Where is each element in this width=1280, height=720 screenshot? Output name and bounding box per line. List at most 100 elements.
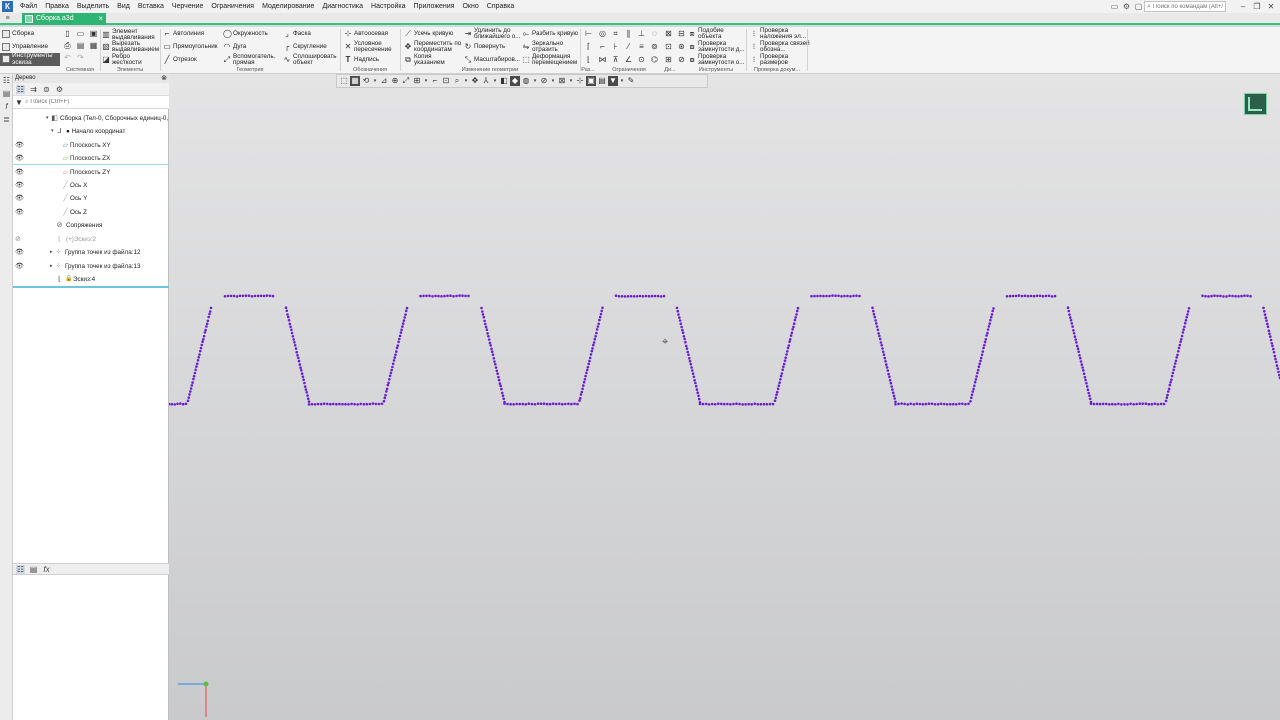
tree-node-points-12[interactable]: 👁 ▸ ⁘ Группа точек из файла:12 [13,246,169,259]
fix-icon[interactable]: ◎ [598,29,607,38]
auto-axis-button[interactable]: ⊹ Автоосевая [344,30,388,38]
filter-icon[interactable]: ▼ [608,76,618,86]
deform-button[interactable]: ⬚ Деформация перемещением [522,54,580,66]
circle-button[interactable]: ◯ Окружность [223,30,268,38]
snap-icon[interactable]: ⌐ [430,76,440,86]
settings-view-icon[interactable]: ⚙ [55,85,64,94]
fillet-button[interactable]: ╭ Скругление [283,43,327,51]
export-icon[interactable]: ▦ [89,41,98,50]
shading-icon[interactable]: ◍ [521,76,531,86]
structure-view-icon[interactable]: ☷ [16,85,25,94]
rectangle-button[interactable]: ▭ Прямоугольник [163,43,218,51]
tree-tab-icon[interactable]: ☷ [16,565,25,574]
visibility-icon[interactable]: ⊠ [557,76,567,86]
zoom-icon[interactable]: ⌕ [452,76,462,86]
filter-view-icon[interactable]: ⊜ [42,85,51,94]
rotate-view-icon[interactable]: ⟲ [361,76,371,86]
command-search-input[interactable] [1153,4,1223,10]
tool-icon-1[interactable]: ⊟ [677,29,686,38]
eye-icon[interactable]: 👁 [15,206,24,219]
tree-node-axis-z[interactable]: 👁 ╱ Ось Z [13,206,169,219]
collapse-icon[interactable]: ▾ [51,125,54,138]
eye-icon[interactable]: 👁 [15,246,24,259]
sequence-view-icon[interactable]: ⇉ [29,85,38,94]
properties-panel-icon[interactable]: ▤ [2,89,11,98]
overlap-check-button[interactable]: ⁝ Проверка наложения эл... [750,28,810,40]
eye-icon[interactable]: 👁 [15,139,24,152]
merge-icon[interactable]: ⌬ [650,55,659,64]
collapse-icon[interactable]: ▾ [46,112,49,125]
menu-icon[interactable]: ≡ [3,14,12,23]
tree-node-axis-x[interactable]: 👁 ╱ Ось X [13,179,169,192]
equal-icon[interactable]: ≡ [637,42,646,51]
collinear-icon[interactable]: ⁄ [624,42,633,51]
tree-node-plane-zx[interactable]: 👁 ▱ Плоскость ZX [13,152,169,165]
tree-node-assembly[interactable]: ▾ ◧ Сборка (Тел-0, Сборочных единиц-0, Д [13,112,169,125]
menu-drawing[interactable]: Черчение [168,0,208,13]
close-icon[interactable]: ✕ [1265,1,1277,12]
cut-extrude-button[interactable]: ▧ Вырезать выдавливанием [102,41,156,53]
rotate-button[interactable]: ↻ Повернуть [464,43,505,51]
segment-button[interactable]: ╱ Отрезок [163,56,197,64]
perpendicular-icon[interactable]: ⊥ [637,29,646,38]
ribbon-nav-sketch-tools[interactable]: Инструменты эскиза [0,53,60,66]
eye-icon[interactable]: 👁 [15,152,24,165]
grid-icon[interactable]: ⊞ [412,76,422,86]
notification-icon[interactable]: ▢ [1134,2,1143,11]
settings-icon[interactable]: ⚙ [1122,2,1131,11]
chevron-down-icon[interactable]: ▾ [372,76,378,86]
tree-node-mates[interactable]: ⊘ Сопряжения [13,219,169,232]
properties-tab-icon[interactable]: ▤ [29,565,38,574]
midpoint-icon[interactable]: ⊼ [611,55,620,64]
ribbon-nav-assembly[interactable]: Сборка [0,28,60,40]
parallel-icon[interactable]: ∥ [624,29,633,38]
select-icon[interactable]: ⬚ [339,76,349,86]
rib-button[interactable]: ◪ Ребро жесткости [102,54,156,66]
trim-curve-button[interactable]: ⟋ Усечь кривую [404,30,453,38]
tree-panel-icon[interactable]: ☷ [2,76,11,85]
command-search[interactable]: ⌕ [1144,1,1226,12]
layout-icon[interactable]: ▭ [1110,2,1119,11]
chevron-down-icon[interactable]: ▾ [423,76,429,86]
expand-icon[interactable]: ▸ [50,246,53,259]
point-on-curve-icon[interactable]: ⊙ [637,55,646,64]
redo-icon[interactable]: ↷ [76,53,85,62]
vertical-icon[interactable]: ⊦ [611,42,620,51]
menu-insert[interactable]: Вставка [134,0,168,13]
normal-to-icon[interactable]: ⊿ [379,76,389,86]
new-document-icon[interactable]: ▯ [63,29,72,38]
restore-icon[interactable]: ❐ [1251,1,1263,12]
zoom-window-icon[interactable]: ⊡ [441,76,451,86]
horizontal-dim-icon[interactable]: ⌈ [584,42,593,51]
print-icon[interactable]: ⎙ [63,41,72,50]
chevron-down-icon[interactable]: ▾ [492,76,498,86]
tree-node-origin[interactable]: ▾ ⅃ ● Начало координат [13,125,169,138]
eye-icon[interactable]: 👁 [15,192,24,205]
layers-panel-icon[interactable]: ≣ [2,115,11,124]
horizontal-icon[interactable]: ⌐ [598,42,607,51]
spline-button[interactable]: ∿ Сплошировать объект [283,54,339,66]
variables-tab-icon[interactable]: fx [42,565,51,574]
pan-icon[interactable]: ✥ [470,76,480,86]
diag-icon-2[interactable]: ⊡ [664,42,673,51]
chevron-down-icon[interactable]: ▾ [550,76,556,86]
angle-icon[interactable]: ∠ [624,55,633,64]
similar-object-button[interactable]: ⧈ Подобие объекта [688,28,738,40]
tree-node-sketch-4[interactable]: ⌊ 🔒 Эскиз:4 [13,273,169,286]
axes-icon[interactable]: ⅄ [481,76,491,86]
menu-select[interactable]: Выделить [73,0,113,13]
eye-icon[interactable]: 👁 [15,179,24,192]
diag-icon-3[interactable]: ⊞ [664,55,673,64]
document-tab[interactable]: Сборка.a3d × [22,13,106,25]
sketch-mode-icon[interactable]: ▦ [350,76,360,86]
chamfer-button[interactable]: ⌟ Фаска [283,30,311,38]
panel-close-icon[interactable]: ⊗ [161,74,167,83]
tree-node-plane-xy[interactable]: 👁 ▱ Плоскость XY [13,139,169,152]
tree-node-sketch-2[interactable]: ⊘ ⌊ (+)Эскиз:2 [13,233,169,246]
undo-icon[interactable]: ↶ [63,53,72,62]
chevron-down-icon[interactable]: ▾ [619,76,625,86]
zoom-fit-icon[interactable]: ⤢ [401,76,411,86]
variables-panel-icon[interactable]: f [2,102,11,111]
diagnostics-icon[interactable]: ⊠ [664,29,673,38]
tool-icon-3[interactable]: ⊘ [677,55,686,64]
